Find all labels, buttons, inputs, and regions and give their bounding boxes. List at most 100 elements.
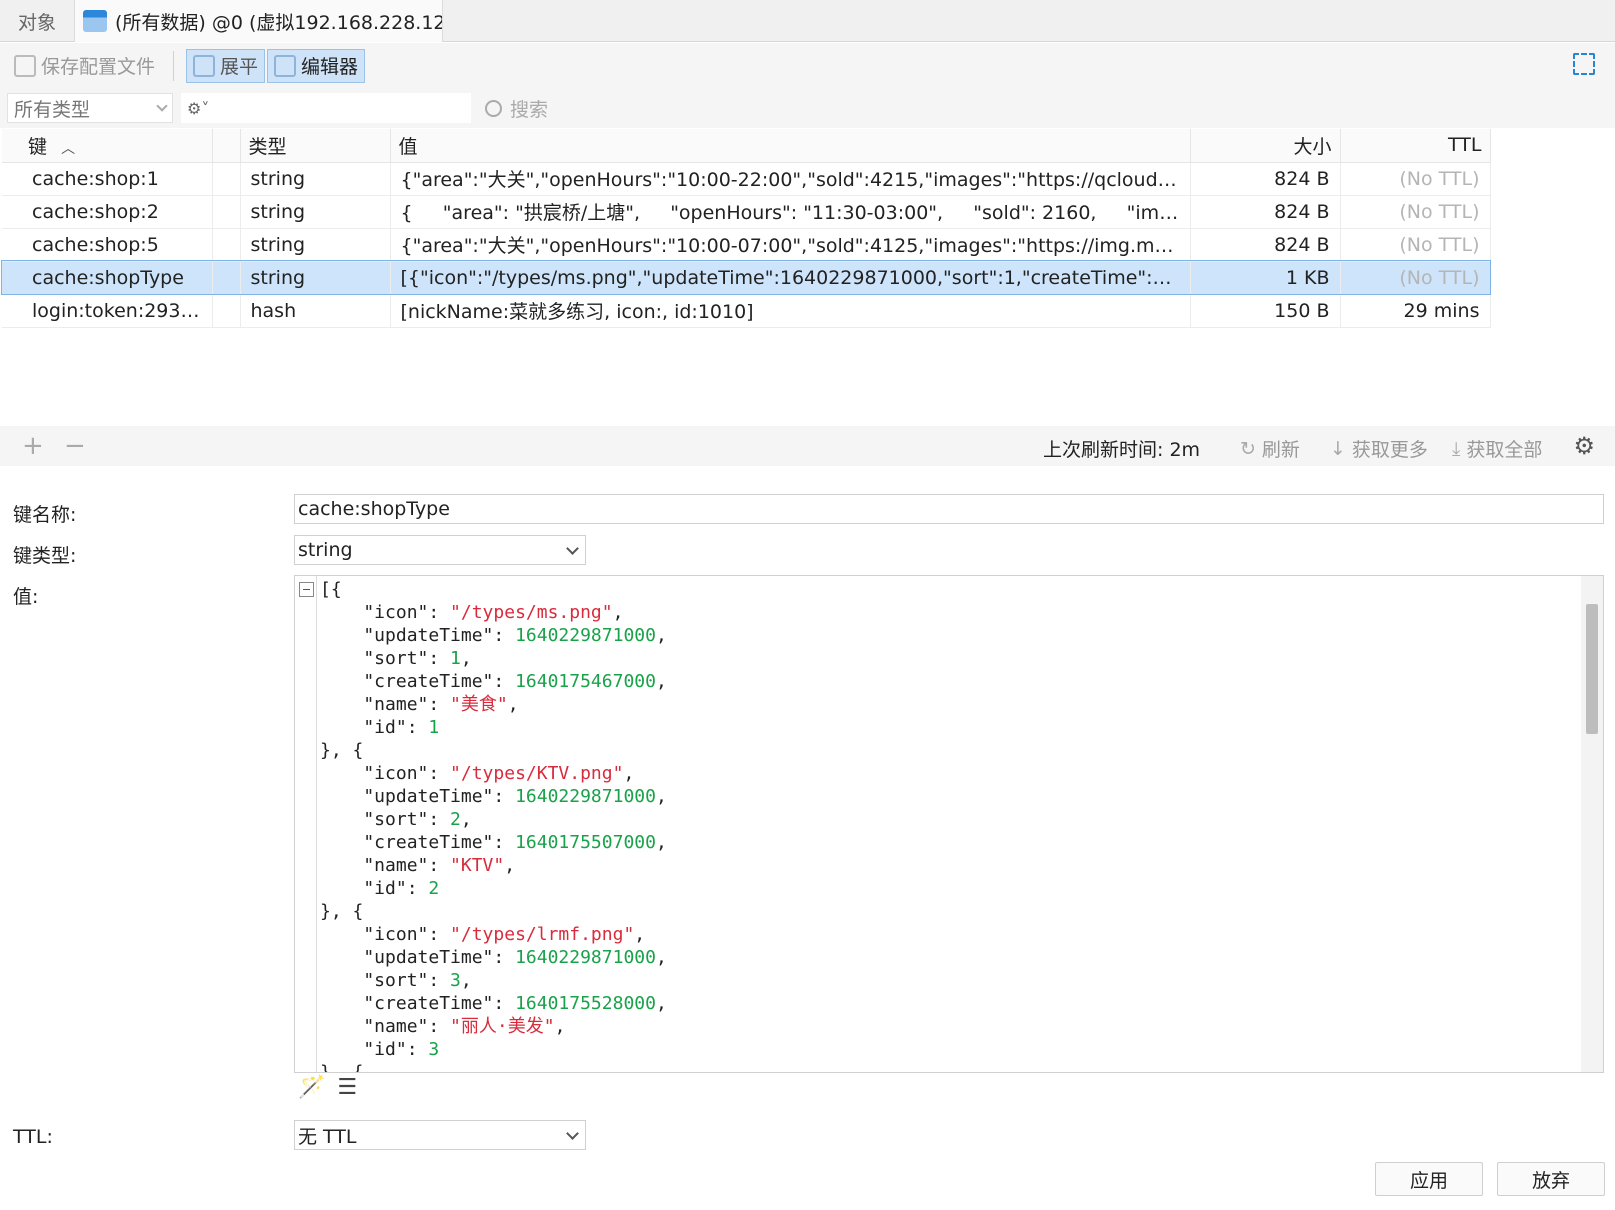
filter-input[interactable]: ⚙˅	[181, 93, 471, 123]
code-line: "name": "丽人·美发",	[320, 1016, 566, 1037]
table-header: 键 ︿ 类型 值 大小 TTL	[2, 129, 1491, 163]
cell-ttl: 29 mins	[1340, 294, 1491, 328]
editor-scrollbar[interactable]	[1581, 576, 1603, 1072]
cell-type: string	[240, 162, 391, 196]
cell-key: login:token:29375...	[2, 294, 213, 328]
cell-size: 824 B	[1190, 195, 1341, 229]
code-number: 1	[450, 648, 461, 669]
wrap-lines-icon[interactable]: ☰	[337, 1075, 357, 1100]
code-line: "name": "KTV",	[320, 855, 516, 876]
header-key-label: 键	[28, 135, 48, 158]
header-type[interactable]: 类型	[240, 129, 391, 163]
code-number: 1640229871000	[515, 947, 656, 968]
code-line: }, {	[320, 901, 364, 922]
cell-type: string	[240, 261, 391, 295]
code-string: "/types/ms.png"	[450, 602, 613, 623]
cell-spacer	[212, 162, 241, 196]
cell-ttl: (No TTL)	[1340, 228, 1491, 262]
fetch-more-label: 获取更多	[1351, 439, 1428, 461]
ttl-label: TTL:	[13, 1126, 53, 1148]
ttl-value: 无 TTL	[298, 1125, 357, 1148]
value-editor[interactable]: [{ "icon": "/types/ms.png", "updateTime"…	[294, 575, 1604, 1073]
apply-button[interactable]: 应用	[1375, 1162, 1483, 1196]
fetch-more-button[interactable]: ↓ 获取更多	[1330, 435, 1428, 462]
code-line: "id": 2	[320, 878, 440, 899]
key-name-input[interactable]: cache:shopType	[294, 494, 1604, 524]
chevron-down-icon	[566, 1126, 579, 1140]
format-magic-icon[interactable]: 🪄	[298, 1075, 325, 1100]
code-line: "name": "美食",	[320, 694, 519, 715]
tab-bar: 对象 (所有数据) @0 (虚拟192.168.228.128...	[0, 0, 1615, 42]
code-number: 1640229871000	[515, 786, 656, 807]
cell-type: hash	[240, 294, 391, 328]
tab-all-data[interactable]: (所有数据) @0 (虚拟192.168.228.128...	[75, 0, 444, 42]
editor-button[interactable]: 编辑器	[267, 48, 366, 83]
table-row[interactable]: login:token:29375... hash [nickName:菜就多练…	[2, 294, 1491, 328]
tab-objects-label: 对象	[18, 11, 57, 34]
cell-spacer	[212, 294, 241, 328]
cell-size: 824 B	[1190, 228, 1341, 262]
flatten-button[interactable]: 展平	[186, 48, 266, 83]
cell-key: cache:shopType	[2, 261, 213, 295]
refresh-icon: ↻	[1240, 437, 1256, 460]
code-line: "updateTime": 1640229871000,	[320, 625, 667, 646]
cell-value: {"area":"大关","openHours":"10:00-22:00","…	[390, 162, 1191, 196]
header-size[interactable]: 大小	[1190, 129, 1341, 163]
code-line: [{	[320, 579, 342, 600]
fetch-all-button[interactable]: ⤓ 获取全部	[1452, 435, 1542, 462]
cell-type: string	[240, 228, 391, 262]
header-ttl[interactable]: TTL	[1340, 129, 1491, 163]
table-row[interactable]: cache:shop:2 string { "area": "拱宸桥/上塘", …	[2, 195, 1491, 229]
gear-icon[interactable]: ⚙	[1573, 432, 1595, 460]
refresh-label: 刷新	[1261, 439, 1300, 461]
fullscreen-icon[interactable]	[1573, 53, 1595, 75]
table-row-selected[interactable]: cache:shopType string [{"icon":"/types/m…	[1, 260, 1491, 295]
tab-objects[interactable]: 对象	[0, 0, 76, 42]
editor-label: 编辑器	[301, 56, 359, 78]
key-type-label: 键类型:	[13, 545, 77, 567]
add-key-button[interactable]: +	[22, 431, 44, 461]
key-type-select[interactable]: string	[294, 535, 586, 565]
code-number: 1640175528000	[515, 993, 656, 1014]
code-number: 2	[428, 878, 440, 899]
remove-key-button[interactable]: −	[64, 431, 86, 461]
search-icon	[485, 99, 502, 117]
editor-code[interactable]: [{ "icon": "/types/ms.png", "updateTime"…	[320, 578, 667, 1073]
key-name-label: 键名称:	[13, 504, 77, 526]
header-key[interactable]: 键 ︿	[2, 129, 213, 163]
table-row[interactable]: cache:shop:5 string {"area":"大关","openHo…	[2, 228, 1491, 262]
scrollbar-thumb[interactable]	[1586, 604, 1598, 734]
search-box[interactable]: 搜索	[485, 95, 548, 122]
code-string: "美食"	[450, 694, 508, 715]
code-line: "createTime": 1640175528000,	[320, 993, 667, 1014]
discard-button[interactable]: 放弃	[1497, 1162, 1605, 1196]
header-spacer	[212, 129, 241, 163]
code-line: "id": 3	[320, 1039, 440, 1060]
ttl-select[interactable]: 无 TTL	[294, 1120, 586, 1150]
refresh-button[interactable]: ↻ 刷新	[1240, 435, 1300, 462]
cell-value: { "area": "拱宸桥/上塘", "openHours": "11:30-…	[390, 195, 1191, 229]
gear-filter-icon[interactable]: ⚙˅	[187, 99, 209, 118]
value-label: 值:	[13, 586, 39, 608]
fold-toggle-icon[interactable]	[299, 582, 314, 597]
table-row[interactable]: cache:shop:1 string {"area":"大关","openHo…	[2, 162, 1491, 196]
cell-spacer	[212, 261, 241, 295]
header-value[interactable]: 值	[390, 129, 1191, 163]
code-number: 3	[428, 1039, 440, 1060]
code-number: 1640229871000	[515, 625, 656, 646]
save-config-button[interactable]: 保存配置文件	[8, 49, 161, 83]
arrow-down-icon: ↓	[1330, 437, 1346, 460]
cell-ttl: (No TTL)	[1340, 261, 1491, 295]
cell-value: {"area":"大关","openHours":"10:00-07:00","…	[390, 228, 1191, 262]
editor-tools: 🪄 ☰	[298, 1075, 357, 1100]
type-filter-select[interactable]: 所有类型	[7, 93, 173, 123]
code-number: 2	[450, 809, 461, 830]
code-line: "createTime": 1640175467000,	[320, 671, 667, 692]
code-number: 1640175467000	[515, 671, 656, 692]
code-line: "icon": "/types/lrmf.png",	[320, 924, 646, 945]
header-value-label: 值	[398, 135, 418, 158]
status-bar: + − 上次刷新时间: 2m ↻ 刷新 ↓ 获取更多 ⤓ 获取全部 ⚙	[0, 426, 1615, 466]
code-line: }, {	[320, 1062, 364, 1073]
table-icon	[83, 10, 108, 32]
code-string: "/types/KTV.png"	[450, 763, 624, 784]
